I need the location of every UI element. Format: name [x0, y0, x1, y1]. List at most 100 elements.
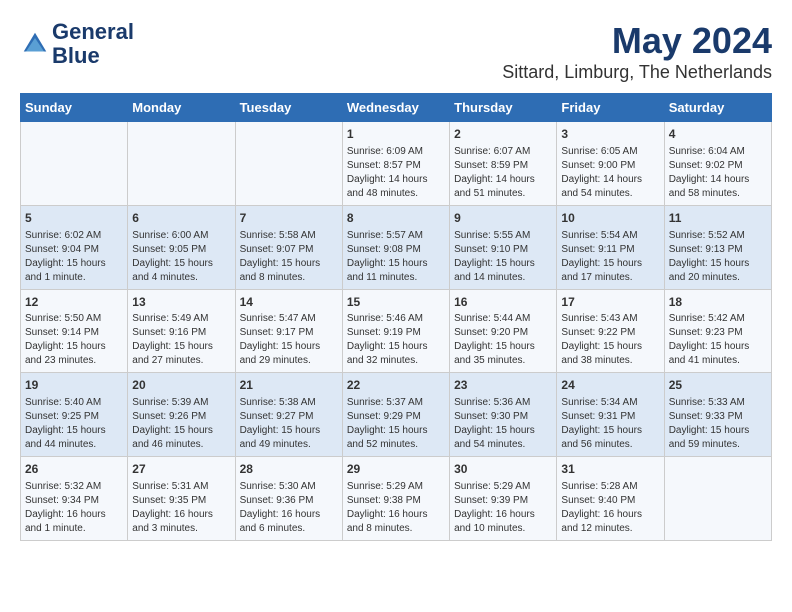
- day-info: Sunrise: 5:57 AM Sunset: 9:08 PM Dayligh…: [347, 229, 445, 285]
- day-number: 28: [240, 461, 338, 478]
- day-info: Sunrise: 5:40 AM Sunset: 9:25 PM Dayligh…: [25, 396, 123, 452]
- day-number: 25: [669, 377, 767, 394]
- calendar-table: SundayMondayTuesdayWednesdayThursdayFrid…: [20, 93, 772, 541]
- day-info: Sunrise: 5:30 AM Sunset: 9:36 PM Dayligh…: [240, 480, 338, 536]
- calendar-week-row: 5 Sunrise: 6:02 AM Sunset: 9:04 PM Daylig…: [21, 205, 772, 289]
- day-number: 10: [561, 210, 659, 227]
- day-number: 12: [25, 294, 123, 311]
- day-number: 19: [25, 377, 123, 394]
- calendar-cell: 15Sunrise: 5:46 AM Sunset: 9:19 PM Dayli…: [342, 289, 449, 373]
- title-block: May 2024 Sittard, Limburg, The Netherlan…: [502, 20, 772, 83]
- calendar-cell: 20 Sunrise: 5:39 AM Sunset: 9:26 PM Dayli…: [128, 373, 235, 457]
- day-info: Sunrise: 5:47 AM Sunset: 9:17 PM Dayligh…: [240, 312, 338, 368]
- day-of-week-header: Tuesday: [235, 94, 342, 122]
- day-info: Sunrise: 5:49 AM Sunset: 9:16 PM Dayligh…: [132, 312, 230, 368]
- day-number: 7: [240, 210, 338, 227]
- day-number: 27: [132, 461, 230, 478]
- calendar-cell: 30 Sunrise: 5:29 AM Sunset: 9:39 PM Dayli…: [450, 457, 557, 541]
- calendar-cell: 4Sunrise: 6:04 AM Sunset: 9:02 PM Daylig…: [664, 122, 771, 206]
- calendar-cell: 31 Sunrise: 5:28 AM Sunset: 9:40 PM Dayli…: [557, 457, 664, 541]
- page-header: General Blue May 2024 Sittard, Limburg, …: [20, 20, 772, 83]
- calendar-cell: [664, 457, 771, 541]
- calendar-cell: 10 Sunrise: 5:54 AM Sunset: 9:11 PM Dayli…: [557, 205, 664, 289]
- day-number: 17: [561, 294, 659, 311]
- day-info: Sunrise: 5:28 AM Sunset: 9:40 PM Dayligh…: [561, 480, 659, 536]
- calendar-cell: 22Sunrise: 5:37 AM Sunset: 9:29 PM Dayli…: [342, 373, 449, 457]
- logo-icon: [20, 29, 50, 59]
- day-number: 15: [347, 294, 445, 311]
- day-info: Sunrise: 5:44 AM Sunset: 9:20 PM Dayligh…: [454, 312, 552, 368]
- day-number: 3: [561, 126, 659, 143]
- day-of-week-header: Sunday: [21, 94, 128, 122]
- day-info: Sunrise: 5:43 AM Sunset: 9:22 PM Dayligh…: [561, 312, 659, 368]
- day-number: 5: [25, 210, 123, 227]
- day-number: 18: [669, 294, 767, 311]
- calendar-week-row: 1Sunrise: 6:09 AM Sunset: 8:57 PM Daylig…: [21, 122, 772, 206]
- day-info: Sunrise: 5:39 AM Sunset: 9:26 PM Dayligh…: [132, 396, 230, 452]
- calendar-cell: 16Sunrise: 5:44 AM Sunset: 9:20 PM Dayli…: [450, 289, 557, 373]
- day-info: Sunrise: 5:32 AM Sunset: 9:34 PM Dayligh…: [25, 480, 123, 536]
- calendar-cell: 8 Sunrise: 5:57 AM Sunset: 9:08 PM Daylig…: [342, 205, 449, 289]
- calendar-header-row: SundayMondayTuesdayWednesdayThursdayFrid…: [21, 94, 772, 122]
- day-number: 23: [454, 377, 552, 394]
- day-info: Sunrise: 5:36 AM Sunset: 9:30 PM Dayligh…: [454, 396, 552, 452]
- day-info: Sunrise: 5:31 AM Sunset: 9:35 PM Dayligh…: [132, 480, 230, 536]
- calendar-cell: 28 Sunrise: 5:30 AM Sunset: 9:36 PM Dayli…: [235, 457, 342, 541]
- day-number: 11: [669, 210, 767, 227]
- calendar-cell: 26 Sunrise: 5:32 AM Sunset: 9:34 PM Dayli…: [21, 457, 128, 541]
- day-info: Sunrise: 5:50 AM Sunset: 9:14 PM Dayligh…: [25, 312, 123, 368]
- calendar-cell: 18Sunrise: 5:42 AM Sunset: 9:23 PM Dayli…: [664, 289, 771, 373]
- day-info: Sunrise: 5:34 AM Sunset: 9:31 PM Dayligh…: [561, 396, 659, 452]
- day-number: 14: [240, 294, 338, 311]
- day-number: 22: [347, 377, 445, 394]
- calendar-cell: 14Sunrise: 5:47 AM Sunset: 9:17 PM Dayli…: [235, 289, 342, 373]
- day-of-week-header: Saturday: [664, 94, 771, 122]
- logo: General Blue: [20, 20, 134, 68]
- day-info: Sunrise: 5:52 AM Sunset: 9:13 PM Dayligh…: [669, 229, 767, 285]
- day-of-week-header: Friday: [557, 94, 664, 122]
- calendar-cell: 2Sunrise: 6:07 AM Sunset: 8:59 PM Daylig…: [450, 122, 557, 206]
- day-info: Sunrise: 5:55 AM Sunset: 9:10 PM Dayligh…: [454, 229, 552, 285]
- calendar-cell: 27 Sunrise: 5:31 AM Sunset: 9:35 PM Dayli…: [128, 457, 235, 541]
- day-info: Sunrise: 6:02 AM Sunset: 9:04 PM Dayligh…: [25, 229, 123, 285]
- calendar-cell: 1Sunrise: 6:09 AM Sunset: 8:57 PM Daylig…: [342, 122, 449, 206]
- calendar-cell: 5 Sunrise: 6:02 AM Sunset: 9:04 PM Daylig…: [21, 205, 128, 289]
- calendar-week-row: 12Sunrise: 5:50 AM Sunset: 9:14 PM Dayli…: [21, 289, 772, 373]
- calendar-cell: [21, 122, 128, 206]
- day-number: 8: [347, 210, 445, 227]
- day-number: 6: [132, 210, 230, 227]
- day-number: 26: [25, 461, 123, 478]
- calendar-cell: 13Sunrise: 5:49 AM Sunset: 9:16 PM Dayli…: [128, 289, 235, 373]
- day-number: 1: [347, 126, 445, 143]
- day-number: 20: [132, 377, 230, 394]
- calendar-cell: 24 Sunrise: 5:34 AM Sunset: 9:31 PM Dayli…: [557, 373, 664, 457]
- day-info: Sunrise: 5:33 AM Sunset: 9:33 PM Dayligh…: [669, 396, 767, 452]
- calendar-cell: 23 Sunrise: 5:36 AM Sunset: 9:30 PM Dayli…: [450, 373, 557, 457]
- main-title: May 2024: [502, 20, 772, 62]
- calendar-cell: 12Sunrise: 5:50 AM Sunset: 9:14 PM Dayli…: [21, 289, 128, 373]
- calendar-cell: 9 Sunrise: 5:55 AM Sunset: 9:10 PM Daylig…: [450, 205, 557, 289]
- calendar-cell: 17Sunrise: 5:43 AM Sunset: 9:22 PM Dayli…: [557, 289, 664, 373]
- subtitle: Sittard, Limburg, The Netherlands: [502, 62, 772, 83]
- day-of-week-header: Wednesday: [342, 94, 449, 122]
- day-number: 13: [132, 294, 230, 311]
- day-number: 29: [347, 461, 445, 478]
- day-info: Sunrise: 5:29 AM Sunset: 9:39 PM Dayligh…: [454, 480, 552, 536]
- calendar-cell: 3 Sunrise: 6:05 AM Sunset: 9:00 PM Daylig…: [557, 122, 664, 206]
- day-info: Sunrise: 6:00 AM Sunset: 9:05 PM Dayligh…: [132, 229, 230, 285]
- day-info: Sunrise: 6:05 AM Sunset: 9:00 PM Dayligh…: [561, 145, 659, 201]
- day-number: 21: [240, 377, 338, 394]
- day-of-week-header: Thursday: [450, 94, 557, 122]
- day-info: Sunrise: 5:38 AM Sunset: 9:27 PM Dayligh…: [240, 396, 338, 452]
- calendar-cell: 21 Sunrise: 5:38 AM Sunset: 9:27 PM Dayli…: [235, 373, 342, 457]
- day-info: Sunrise: 5:54 AM Sunset: 9:11 PM Dayligh…: [561, 229, 659, 285]
- day-number: 30: [454, 461, 552, 478]
- day-number: 2: [454, 126, 552, 143]
- day-number: 9: [454, 210, 552, 227]
- day-number: 31: [561, 461, 659, 478]
- calendar-cell: [235, 122, 342, 206]
- day-info: Sunrise: 5:58 AM Sunset: 9:07 PM Dayligh…: [240, 229, 338, 285]
- day-number: 24: [561, 377, 659, 394]
- day-info: Sunrise: 6:04 AM Sunset: 9:02 PM Dayligh…: [669, 145, 767, 201]
- logo-text: General Blue: [52, 20, 134, 68]
